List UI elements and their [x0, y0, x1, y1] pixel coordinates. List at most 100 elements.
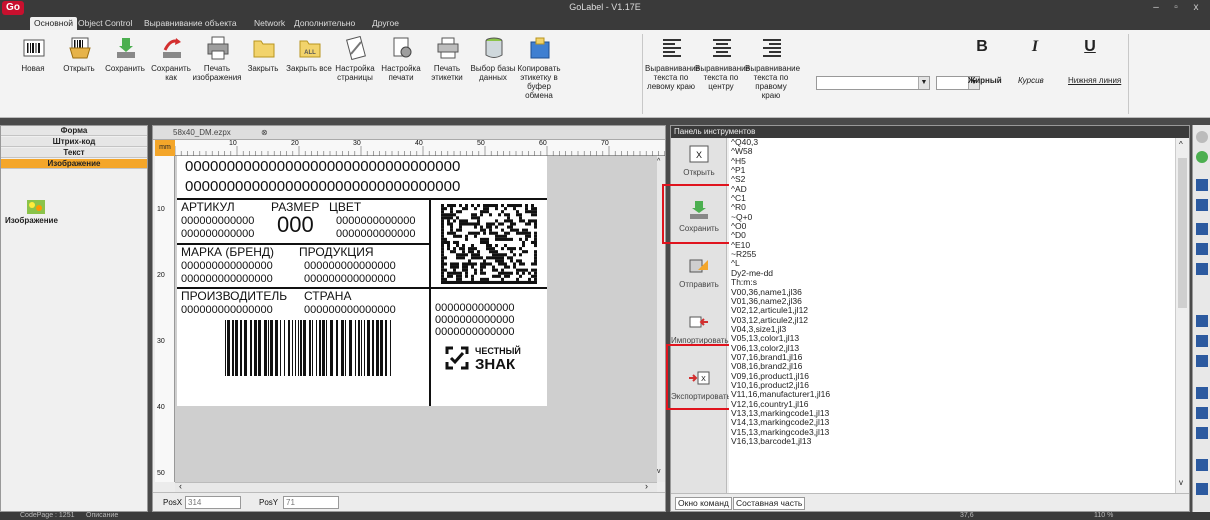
chevron-down-icon[interactable]: ▼	[918, 77, 929, 89]
close-button[interactable]: Закрыть	[240, 36, 286, 112]
open-button[interactable]: Открыть	[56, 36, 102, 112]
align-middle-icon[interactable]	[1196, 335, 1208, 347]
align-bottom-icon[interactable]	[1196, 355, 1208, 367]
settings-icon[interactable]	[1196, 131, 1208, 143]
copy-clipboard-button[interactable]: Копировать этикетку в буфер обмена	[516, 36, 562, 112]
new-button[interactable]: Новая	[10, 36, 56, 112]
resize-icon[interactable]	[1196, 483, 1208, 495]
scroll-thumb[interactable]	[1178, 158, 1187, 308]
marking-code-3[interactable]: 0000000000000	[435, 326, 515, 338]
unit-indicator[interactable]: mm	[155, 140, 175, 156]
product-1[interactable]: 000000000000000	[304, 260, 396, 272]
country-1[interactable]: 000000000000000	[304, 304, 396, 316]
marking-code-2[interactable]: 0000000000000	[435, 314, 515, 326]
align-center-button[interactable]: Выравнивание текста по центру	[695, 36, 750, 112]
brand-1[interactable]: 000000000000000	[181, 260, 273, 272]
barcode-tool-icon[interactable]	[1196, 179, 1208, 191]
tab-align-object[interactable]: Выравнивание объекта	[140, 17, 241, 30]
close-tab-icon[interactable]: ⊗	[261, 128, 268, 137]
articule-1[interactable]: 000000000000	[181, 215, 254, 227]
command-editor[interactable]: ^Q40,3 ^W58 ^H5 ^P1 ^S2 ^AD ^C1 ^R0 ~Q+0 ^O0 ^D0 ^E…	[729, 138, 1175, 493]
command-line[interactable]: ^S2	[729, 175, 1175, 185]
command-line[interactable]: ^P1	[729, 165, 1175, 175]
save-as-button[interactable]: Сохранить как	[148, 36, 194, 112]
tab-command-window[interactable]: Окно команд	[675, 497, 732, 510]
print-setup-button[interactable]: Настройка печати	[378, 36, 424, 112]
command-line[interactable]: Dy2-me-dd	[729, 268, 1175, 278]
maximize-icon[interactable]: ▫	[1168, 1, 1184, 15]
section-image[interactable]: Изображение	[1, 159, 147, 169]
command-line[interactable]: ^W58	[729, 146, 1175, 156]
command-line[interactable]: ^H5	[729, 156, 1175, 166]
horizontal-scrollbar[interactable]: ‹ ›	[175, 481, 657, 492]
align-tool-icon[interactable]	[1196, 199, 1208, 211]
tab-osnovnoy[interactable]: Основной	[30, 17, 77, 30]
datamatrix-code[interactable]	[441, 204, 537, 284]
command-line[interactable]: ^L	[729, 259, 1175, 269]
toolbox-send-button[interactable]: Отправить	[673, 252, 725, 306]
command-line[interactable]: ^AD	[729, 184, 1175, 194]
manufacturer-1[interactable]: 000000000000000	[181, 304, 273, 316]
print-image-button[interactable]: Печать изображения	[193, 36, 242, 112]
page-setup-button[interactable]: Настройка страницы	[332, 36, 378, 112]
align-left-tool-icon[interactable]	[1196, 387, 1208, 399]
italic-icon[interactable]: I	[1025, 38, 1045, 56]
posy-input[interactable]: 71	[283, 496, 339, 509]
print-label-button[interactable]: Печать этикетки	[424, 36, 470, 112]
tab-other[interactable]: Другое	[368, 17, 403, 30]
align-center-tool-icon[interactable]	[1196, 407, 1208, 419]
command-line[interactable]: ^O0	[729, 221, 1175, 231]
spacing-icon[interactable]	[1196, 459, 1208, 471]
minimize-icon[interactable]: –	[1148, 1, 1164, 15]
tab-components[interactable]: Составная часть	[733, 497, 806, 510]
distribute-icon[interactable]	[1196, 223, 1208, 235]
scroll-up-icon[interactable]: ^	[1179, 140, 1183, 149]
document-tab[interactable]: 58x40_DM.ezpx ⊗	[153, 126, 665, 140]
save-button[interactable]: Сохранить	[102, 36, 148, 112]
layer-icon[interactable]	[1196, 243, 1208, 255]
section-barcode[interactable]: Штрих-код	[1, 137, 147, 147]
bold-label[interactable]: Жирный	[968, 76, 1002, 85]
tab-advanced[interactable]: Дополнительно	[290, 17, 359, 30]
command-line[interactable]: ^D0	[729, 231, 1175, 241]
underline-icon[interactable]: U	[1080, 38, 1100, 56]
select-database-button[interactable]: Выбор базы данных	[470, 36, 516, 112]
command-line[interactable]: ^R0	[729, 203, 1175, 213]
close-all-button[interactable]: ALL Закрыть все	[286, 36, 332, 112]
name-line-1[interactable]: 000000000000000000000000000000000	[185, 158, 460, 175]
command-line[interactable]: V03,12,articule2,jl12	[729, 315, 1175, 325]
image-tool-item[interactable]: Изображение	[5, 200, 85, 240]
italic-label[interactable]: Курсив	[1018, 76, 1044, 85]
product-2[interactable]: 000000000000000	[304, 273, 396, 285]
font-name-select[interactable]: ▼	[816, 76, 930, 90]
posx-input[interactable]: 314	[185, 496, 241, 509]
scroll-down-icon[interactable]: v	[1179, 478, 1183, 487]
tab-object-control[interactable]: Object Control	[74, 17, 136, 30]
scroll-right-icon[interactable]: ›	[645, 481, 648, 491]
scroll-up-icon[interactable]: ^	[657, 158, 660, 165]
articule-2[interactable]: 000000000000	[181, 228, 254, 240]
label-preview[interactable]: 000000000000000000000000000000000 000000…	[177, 156, 547, 406]
size-value[interactable]: 000	[277, 212, 314, 238]
close-icon[interactable]: x	[1188, 1, 1204, 15]
marking-code-1[interactable]: 0000000000000	[435, 302, 515, 314]
section-forma[interactable]: Форма	[1, 126, 147, 136]
command-line[interactable]: ~Q+0	[729, 212, 1175, 222]
command-scrollbar[interactable]: ^ v	[1175, 138, 1189, 493]
section-text[interactable]: Текст	[1, 148, 147, 158]
command-line[interactable]: ^E10	[729, 240, 1175, 250]
scroll-down-icon[interactable]: v	[657, 468, 661, 475]
move-icon[interactable]	[1196, 263, 1208, 275]
align-left-button[interactable]: Выравнивание текста по левому краю	[645, 36, 700, 112]
connect-icon[interactable]	[1196, 151, 1208, 163]
underline-label[interactable]: Нижняя линия	[1068, 76, 1121, 85]
color-2[interactable]: 0000000000000	[336, 228, 416, 240]
brand-2[interactable]: 000000000000000	[181, 273, 273, 285]
align-right-tool-icon[interactable]	[1196, 427, 1208, 439]
command-line[interactable]: ^C1	[729, 193, 1175, 203]
align-top-icon[interactable]	[1196, 315, 1208, 327]
tab-network[interactable]: Network	[250, 17, 289, 30]
command-line[interactable]: ^Q40,3	[729, 138, 1175, 147]
color-1[interactable]: 0000000000000	[336, 215, 416, 227]
command-line[interactable]: V16,13,barcode1,jl13	[729, 436, 1175, 446]
